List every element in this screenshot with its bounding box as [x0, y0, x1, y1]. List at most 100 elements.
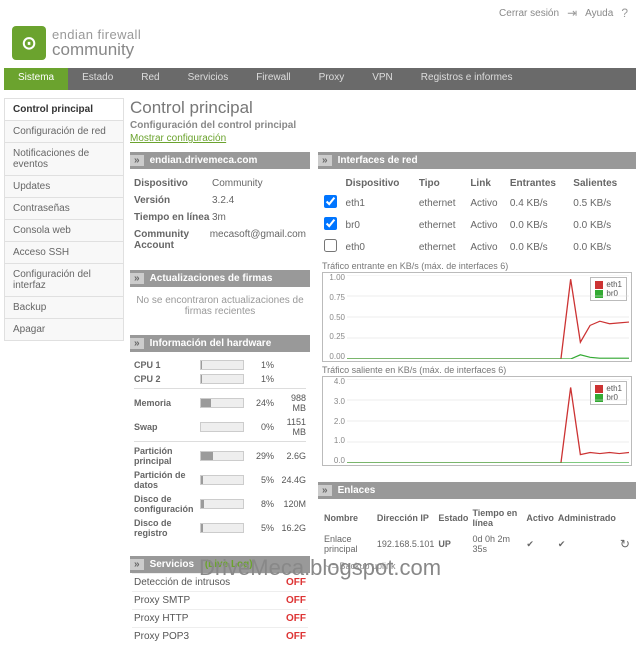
sidebar-item[interactable]: Apagar [4, 318, 124, 341]
sidebar-item[interactable]: Acceso SSH [4, 241, 124, 264]
sidebar-item[interactable]: Consola web [4, 219, 124, 242]
hw-ext: 2.6G [278, 451, 306, 461]
iface-type: ethernet [417, 236, 469, 258]
col-header: Link [468, 175, 508, 192]
kv-key: Community Account [134, 229, 210, 251]
hw-label: Disco de configuración [134, 494, 196, 514]
kv-key: Tiempo en línea [134, 212, 212, 223]
iface-checkbox[interactable] [324, 239, 337, 252]
hw-ext: 988 MB [278, 393, 306, 413]
logo-icon [12, 26, 46, 60]
hw-bar [200, 422, 244, 432]
backup-note: ~ = Backup uplink [322, 557, 632, 575]
sidebar: Control principalConfiguración de redNot… [4, 98, 124, 655]
nav-registros-e-informes[interactable]: Registros e informes [407, 68, 527, 90]
page-subtitle: Configuración del control principal [130, 120, 636, 131]
sidebar-item[interactable]: Configuración del interfaz [4, 263, 124, 297]
iface-out: 0.0 KB/s [571, 214, 632, 236]
panel-header: Actualizaciones de firmas [130, 270, 310, 287]
sidebar-item[interactable]: Configuración de red [4, 120, 124, 143]
kv-key: Versión [134, 195, 212, 206]
help-link[interactable]: Ayuda [585, 8, 613, 19]
col-header: Salientes [571, 175, 632, 192]
hw-label: CPU 2 [134, 374, 196, 384]
show-config-link[interactable]: Mostrar configuración [130, 133, 636, 144]
iface-type: ethernet [417, 192, 469, 214]
col-header: Dispositivo [344, 175, 417, 192]
iface-link: Activo [468, 236, 508, 258]
svc-name: Detección de intrusos [134, 577, 230, 588]
sidebar-item[interactable]: Notificaciones de eventos [4, 142, 124, 176]
svc-name: Proxy POP3 [134, 631, 189, 642]
hw-pct: 1% [248, 360, 274, 370]
sidebar-item[interactable]: Backup [4, 296, 124, 319]
nav-servicios[interactable]: Servicios [174, 68, 243, 90]
hw-bar [200, 374, 244, 384]
hw-label: Partición de datos [134, 470, 196, 490]
kv-key: Dispositivo [134, 178, 212, 189]
nav-firewall[interactable]: Firewall [242, 68, 304, 90]
iface-row: eth1ethernetActivo0.4 KB/s0.5 KB/s [322, 192, 632, 214]
iface-dev[interactable]: br0 [344, 214, 417, 236]
refresh-icon[interactable]: ↻ [618, 531, 632, 557]
iface-dev[interactable]: eth1 [344, 192, 417, 214]
iface-out: 0.5 KB/s [571, 192, 632, 214]
svc-name: Proxy HTTP [134, 613, 188, 624]
link-status: UP [436, 531, 470, 557]
iface-dev[interactable]: eth0 [344, 236, 417, 258]
hw-label: CPU 1 [134, 360, 196, 370]
hw-bar [200, 523, 244, 533]
svc-status: OFF [286, 613, 306, 624]
iface-checkbox[interactable] [324, 195, 337, 208]
chart: 1.000.750.500.250.00eth1br0 [322, 272, 632, 362]
iface-type: ethernet [417, 214, 469, 236]
iface-link: Activo [468, 214, 508, 236]
hw-bar [200, 360, 244, 370]
live-log-link[interactable]: (Live Log) [205, 559, 253, 570]
svc-status: OFF [286, 595, 306, 606]
page-title: Control principal [130, 98, 636, 118]
col-header: Dirección IP [375, 505, 437, 531]
kv-val: 3.2.4 [212, 195, 306, 206]
check-icon: ✔ [556, 531, 618, 557]
chart-title: Tráfico entrante en KB/s (máx. de interf… [322, 261, 632, 271]
logout-link[interactable]: Cerrar sesión [499, 8, 559, 19]
sidebar-item[interactable]: Contraseñas [4, 197, 124, 220]
col-header: Tipo [417, 175, 469, 192]
nav-red[interactable]: Red [127, 68, 173, 90]
logout-icon[interactable]: ⇥ [567, 6, 577, 20]
hw-pct: 24% [248, 398, 274, 408]
nav-estado[interactable]: Estado [68, 68, 127, 90]
hw-label: Disco de registro [134, 518, 196, 538]
hw-pct: 5% [248, 523, 274, 533]
sidebar-item[interactable]: Control principal [4, 98, 124, 121]
nav-proxy[interactable]: Proxy [305, 68, 359, 90]
link-uptime: 0d 0h 2m 35s [470, 531, 524, 557]
col-header: Estado [436, 505, 470, 531]
help-icon[interactable]: ? [621, 6, 628, 20]
panel-header: Servicios (Live Log) [130, 556, 310, 573]
iface-row: br0ethernetActivo0.0 KB/s0.0 KB/s [322, 214, 632, 236]
iface-in: 0.0 KB/s [508, 214, 571, 236]
host-panel: endian.drivemeca.com DispositivoCommunit… [130, 152, 310, 260]
hw-label: Partición principal [134, 446, 196, 466]
hw-pct: 0% [248, 422, 274, 432]
svc-status: OFF [286, 577, 306, 588]
hw-pct: 8% [248, 499, 274, 509]
hw-bar [200, 475, 244, 485]
nav-sistema[interactable]: Sistema [4, 68, 68, 90]
hw-pct: 1% [248, 374, 274, 384]
hw-label: Swap [134, 422, 196, 432]
iface-in: 0.0 KB/s [508, 236, 571, 258]
col-header: Nombre [322, 505, 375, 531]
kv-val: 3m [212, 212, 306, 223]
nav-vpn[interactable]: VPN [358, 68, 407, 90]
chart-title: Tráfico saliente en KB/s (máx. de interf… [322, 365, 632, 375]
iface-checkbox[interactable] [324, 217, 337, 230]
check-icon: ✔ [524, 531, 556, 557]
iface-row: eth0ethernetActivo0.0 KB/s0.0 KB/s [322, 236, 632, 258]
hw-ext: 120M [278, 499, 306, 509]
sidebar-item[interactable]: Updates [4, 175, 124, 198]
iface-link: Activo [468, 192, 508, 214]
hw-bar [200, 451, 244, 461]
